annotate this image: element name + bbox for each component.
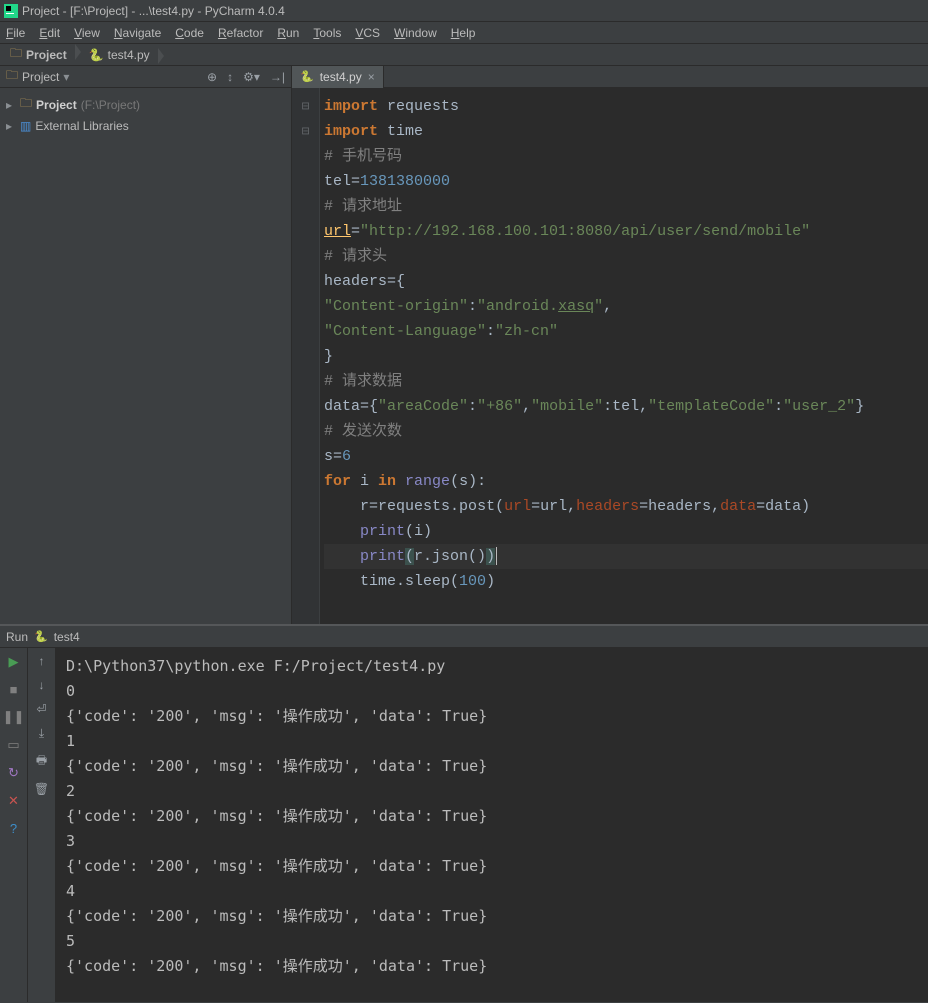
code-line[interactable]: # 请求数据 <box>324 369 928 394</box>
window-title: Project - [F:\Project] - ...\test4.py - … <box>22 4 285 18</box>
code-line[interactable]: } <box>324 344 928 369</box>
run-icon[interactable]: ▶ <box>9 654 19 670</box>
close-icon[interactable]: ✕ <box>8 793 19 809</box>
folder-icon: 🗀 <box>20 94 32 115</box>
code-line[interactable]: print(i) <box>324 519 928 544</box>
expand-arrow-icon[interactable]: ▸ <box>6 119 16 133</box>
library-icon: ▥ <box>20 119 31 133</box>
clear-icon[interactable]: 🗑 <box>34 782 49 796</box>
run-header: Run 🐍 test4 <box>0 626 928 648</box>
console-output[interactable]: D:\Python37\python.exe F:/Project/test4.… <box>56 648 928 1002</box>
run-toolbar-primary: ▶ ■ ❚❚ ▭ ↻ ✕ ? <box>0 648 28 1002</box>
editor-tabs: 🐍 test4.py × <box>292 66 928 88</box>
code-line[interactable]: # 请求头 <box>324 244 928 269</box>
breadcrumb-project[interactable]: 🗀 Project <box>6 42 75 67</box>
layout-icon[interactable]: ▭ <box>7 737 19 753</box>
help-icon[interactable]: ? <box>10 821 17 836</box>
code-line[interactable]: data={"areaCode":"+86","mobile":tel,"tem… <box>324 394 928 419</box>
code-line[interactable]: print(r.json()) <box>324 544 928 569</box>
tree-label: External Libraries <box>35 119 128 133</box>
code-line[interactable]: # 手机号码 <box>324 144 928 169</box>
main-split: 🗀 Project ▾ ⊕ ↕ ⚙▾ →| ▸ 🗀 Project (F:\Pr… <box>0 66 928 624</box>
code-line[interactable]: "Content-origin":"android.xasq", <box>324 294 928 319</box>
expand-arrow-icon[interactable]: ▸ <box>6 98 16 112</box>
python-file-icon: 🐍 <box>34 630 48 643</box>
project-sidebar: 🗀 Project ▾ ⊕ ↕ ⚙▾ →| ▸ 🗀 Project (F:\Pr… <box>0 66 292 624</box>
gear-icon[interactable]: ⚙▾ <box>243 70 260 84</box>
tab-label: test4.py <box>320 70 362 84</box>
pause-icon[interactable]: ❚❚ <box>3 709 25 725</box>
tree-project-root[interactable]: ▸ 🗀 Project (F:\Project) <box>2 92 289 117</box>
breadcrumb-bar: 🗀 Project 🐍 test4.py <box>0 44 928 66</box>
up-icon[interactable]: ↑ <box>39 654 45 668</box>
sidebar-header: 🗀 Project ▾ ⊕ ↕ ⚙▾ →| <box>0 66 291 88</box>
scroll-to-end-icon[interactable]: ⤓ <box>39 726 44 741</box>
menu-edit[interactable]: Edit <box>39 26 60 40</box>
sidebar-tab-label: Project <box>22 70 59 84</box>
menu-window[interactable]: Window <box>394 26 437 40</box>
code-line[interactable]: time.sleep(100) <box>324 569 928 594</box>
code-content[interactable]: import requestsimport time# 手机号码tel=1381… <box>320 88 928 624</box>
breadcrumb-label: Project <box>26 48 67 62</box>
close-tab-icon[interactable]: × <box>368 70 375 84</box>
run-tool-window: Run 🐍 test4 ▶ ■ ❚❚ ▭ ↻ ✕ ? ↑ ↓ ⏎ ⤓ 🖶 🗑 D… <box>0 624 928 1002</box>
code-line[interactable]: headers={ <box>324 269 928 294</box>
python-file-icon: 🐍 <box>89 48 104 62</box>
menu-refactor[interactable]: Refactor <box>218 26 263 40</box>
breadcrumb-file[interactable]: 🐍 test4.py <box>85 46 158 64</box>
code-line[interactable]: "Content-Language":"zh-cn" <box>324 319 928 344</box>
menu-navigate[interactable]: Navigate <box>114 26 161 40</box>
menu-code[interactable]: Code <box>175 26 204 40</box>
menu-vcs[interactable]: VCS <box>355 26 380 40</box>
project-tree: ▸ 🗀 Project (F:\Project) ▸ ▥ External Li… <box>0 88 291 139</box>
folder-icon: 🗀 <box>6 66 18 87</box>
editor-tab-active[interactable]: 🐍 test4.py × <box>292 66 384 88</box>
editor-area: 🐍 test4.py × ⊟⊟ import requestsimport ti… <box>292 66 928 624</box>
code-line[interactable]: for i in range(s): <box>324 469 928 494</box>
pycharm-icon <box>4 4 18 18</box>
print-icon[interactable]: 🖶 <box>36 751 47 772</box>
tree-label: Project <box>36 98 77 112</box>
tree-path: (F:\Project) <box>81 98 140 112</box>
code-line[interactable]: s=6 <box>324 444 928 469</box>
code-line[interactable]: # 请求地址 <box>324 194 928 219</box>
code-line[interactable]: import time <box>324 119 928 144</box>
code-line[interactable]: # 发送次数 <box>324 419 928 444</box>
menu-run[interactable]: Run <box>277 26 299 40</box>
gutter: ⊟⊟ <box>292 88 320 624</box>
soft-wrap-icon[interactable]: ⏎ <box>36 702 46 716</box>
menu-help[interactable]: Help <box>451 26 476 40</box>
run-body: ▶ ■ ❚❚ ▭ ↻ ✕ ? ↑ ↓ ⏎ ⤓ 🖶 🗑 D:\Python37\p… <box>0 648 928 1002</box>
menu-tools[interactable]: Tools <box>313 26 341 40</box>
tree-external-libraries[interactable]: ▸ ▥ External Libraries <box>2 117 289 135</box>
breadcrumb-label: test4.py <box>108 48 150 62</box>
rerun-icon[interactable]: ↻ <box>8 765 19 781</box>
dropdown-icon[interactable]: ▾ <box>63 70 69 84</box>
run-label: Run <box>6 630 28 644</box>
stop-icon[interactable]: ■ <box>10 682 18 697</box>
python-file-icon: 🐍 <box>300 70 314 83</box>
folder-icon: 🗀 <box>10 44 22 65</box>
code-line[interactable]: import requests <box>324 94 928 119</box>
menubar: File Edit View Navigate Code Refactor Run Tools… <box>0 22 928 44</box>
code-editor[interactable]: ⊟⊟ import requestsimport time# 手机号码tel=1… <box>292 88 928 624</box>
code-line[interactable]: r=requests.post(url=url,headers=headers,… <box>324 494 928 519</box>
autoscroll-icon[interactable]: ↕ <box>227 70 233 84</box>
run-target: test4 <box>54 630 80 644</box>
code-line[interactable]: tel=1381380000 <box>324 169 928 194</box>
hide-icon[interactable]: →| <box>270 70 285 84</box>
target-icon[interactable]: ⊕ <box>207 70 217 84</box>
code-line[interactable]: url="http://192.168.100.101:8080/api/use… <box>324 219 928 244</box>
menu-file[interactable]: File <box>6 26 25 40</box>
menu-view[interactable]: View <box>74 26 100 40</box>
run-toolbar-secondary: ↑ ↓ ⏎ ⤓ 🖶 🗑 <box>28 648 56 1002</box>
down-icon[interactable]: ↓ <box>39 678 45 692</box>
titlebar: Project - [F:\Project] - ...\test4.py - … <box>0 0 928 22</box>
